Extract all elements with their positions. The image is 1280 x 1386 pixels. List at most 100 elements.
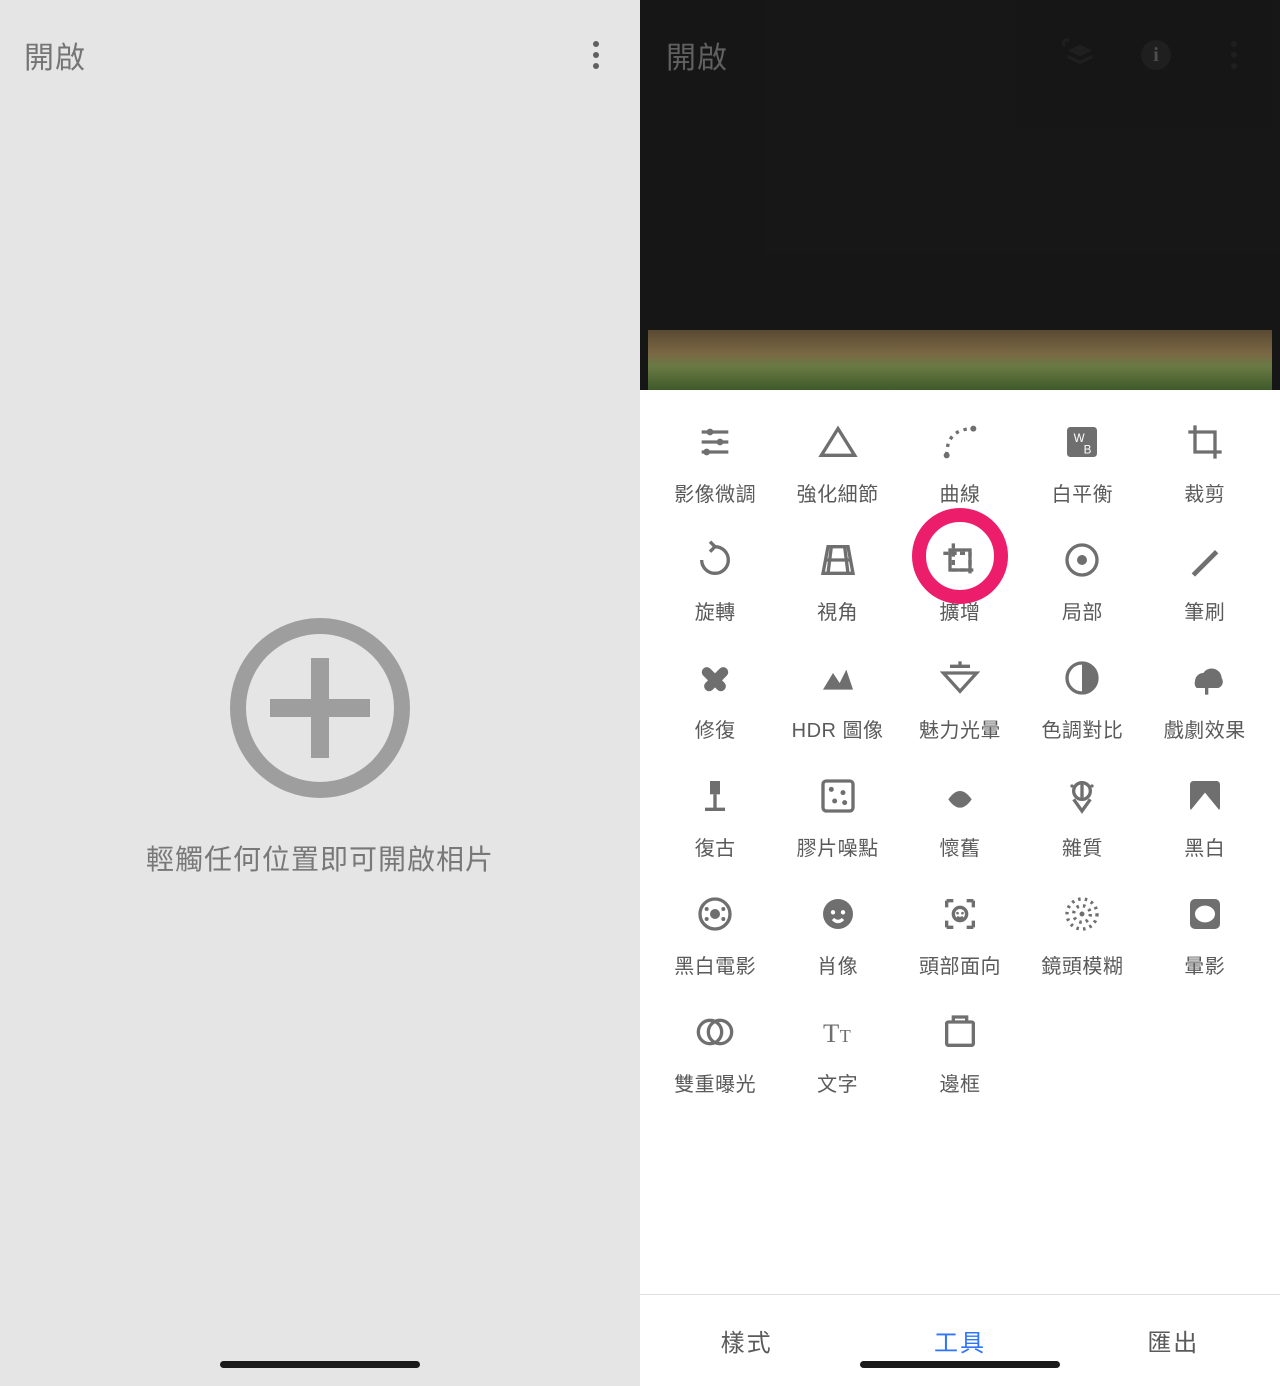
tool-hdr[interactable]: HDR 圖像	[776, 644, 898, 743]
selective-icon	[1060, 538, 1104, 582]
noir-icon	[693, 892, 737, 936]
tool-lensblur[interactable]: 鏡頭模糊	[1021, 880, 1143, 979]
double-exp-icon	[693, 1010, 737, 1054]
tool-grainy[interactable]: 膠片噪點	[776, 762, 898, 861]
curves-icon	[938, 420, 982, 464]
tool-label: HDR 圖像	[792, 714, 884, 743]
tool-rotate[interactable]: 旋轉	[654, 526, 776, 625]
tool-frame[interactable]: 邊框	[899, 998, 1021, 1097]
right-header: 開啟 i	[640, 0, 1280, 110]
white-balance-icon: WB	[1060, 420, 1104, 464]
tool-drama[interactable]: 戲劇效果	[1144, 644, 1266, 743]
rotate-icon	[693, 538, 737, 582]
bottom-tabs: 樣式 工具 匯出	[640, 1294, 1280, 1386]
tool-label: 文字	[817, 1068, 858, 1097]
tool-label: 頭部面向	[919, 950, 1001, 979]
tab-export[interactable]: 匯出	[1067, 1323, 1280, 1358]
details-icon	[816, 420, 860, 464]
tool-label: 暈影	[1184, 950, 1225, 979]
tool-label: 黑白	[1184, 832, 1225, 861]
tool-label: 肖像	[817, 950, 858, 979]
tool-label: 鏡頭模糊	[1041, 950, 1123, 979]
open-title: 開啟	[24, 33, 86, 77]
home-indicator	[220, 1361, 420, 1368]
tool-label: 筆刷	[1184, 596, 1225, 625]
tool-details[interactable]: 強化細節	[776, 408, 898, 507]
tool-glamour[interactable]: 魅力光暈	[899, 644, 1021, 743]
tonal-icon	[1060, 656, 1104, 700]
frame-icon	[938, 1010, 982, 1054]
tool-tune[interactable]: 影像微調	[654, 408, 776, 507]
tool-label: 曲線	[939, 478, 980, 507]
tool-double-exp[interactable]: 雙重曝光	[654, 998, 776, 1097]
tool-label: 擴增	[939, 596, 980, 625]
tool-headpose[interactable]: 頭部面向	[899, 880, 1021, 979]
tool-label: 雙重曝光	[674, 1068, 756, 1097]
tool-label: 邊框	[939, 1068, 980, 1097]
tool-noir[interactable]: 黑白電影	[654, 880, 776, 979]
tool-label: 強化細節	[797, 478, 879, 507]
svg-text:T: T	[839, 1026, 850, 1046]
grainy-icon	[816, 774, 860, 818]
tool-healing[interactable]: 修復	[654, 644, 776, 743]
tool-white-balance[interactable]: WB白平衡	[1021, 408, 1143, 507]
tool-label: 局部	[1062, 596, 1103, 625]
more-menu-button[interactable]	[576, 35, 616, 75]
text-icon: TT	[816, 1010, 860, 1054]
tool-grid: 影像微調 強化細節 曲線 WB白平衡裁剪旋轉 視角 擴增 局部 筆刷修復 HDR 圖像魅力光暈色…	[640, 390, 1280, 1294]
tool-vintage[interactable]: 復古	[654, 762, 776, 861]
tool-portrait[interactable]: 肖像	[776, 880, 898, 979]
tool-bw[interactable]: 黑白	[1144, 762, 1266, 861]
tool-expand[interactable]: 擴增	[899, 526, 1021, 625]
tool-tonal[interactable]: 色調對比	[1021, 644, 1143, 743]
svg-text:B: B	[1084, 444, 1092, 457]
perspective-icon	[816, 538, 860, 582]
home-indicator	[860, 1361, 1060, 1368]
open-hint-text: 輕觸任何位置即可開啟相片	[146, 838, 494, 878]
tool-perspective[interactable]: 視角	[776, 526, 898, 625]
tool-vignette[interactable]: 暈影	[1144, 880, 1266, 979]
vignette-icon	[1183, 892, 1227, 936]
editor-screen: 開啟 i 影像微調 強化細節 曲線 WB白平衡裁剪旋轉 視角 擴增 局部 筆刷修復 HDR 圖像…	[640, 0, 1280, 1386]
tab-styles[interactable]: 樣式	[640, 1323, 853, 1358]
tool-text[interactable]: TT 文字	[776, 998, 898, 1097]
retrolux-icon	[938, 774, 982, 818]
tool-label: 雜質	[1062, 832, 1103, 861]
tool-selective[interactable]: 局部	[1021, 526, 1143, 625]
healing-icon	[693, 656, 737, 700]
glamour-icon	[938, 656, 982, 700]
editor-top: 開啟 i	[640, 0, 1280, 390]
tool-label: 膠片噪點	[797, 832, 879, 861]
tool-crop[interactable]: 裁剪	[1144, 408, 1266, 507]
tool-label: 旋轉	[695, 596, 736, 625]
editor-more-menu-button[interactable]	[1214, 35, 1254, 75]
brush-icon	[1183, 538, 1227, 582]
layers-undo-icon[interactable]	[1062, 37, 1098, 73]
tool-brush[interactable]: 筆刷	[1144, 526, 1266, 625]
tool-label: 修復	[695, 714, 736, 743]
tool-label: 戲劇效果	[1164, 714, 1246, 743]
tool-label: 黑白電影	[674, 950, 756, 979]
portrait-icon	[816, 892, 860, 936]
open-screen[interactable]: 開啟 輕觸任何位置即可開啟相片	[0, 0, 640, 1386]
headpose-icon	[938, 892, 982, 936]
tune-icon	[693, 420, 737, 464]
open-tap-area[interactable]: 輕觸任何位置即可開啟相片	[0, 110, 640, 1386]
tool-label: 視角	[817, 596, 858, 625]
tools-panel: 影像微調 強化細節 曲線 WB白平衡裁剪旋轉 視角 擴增 局部 筆刷修復 HDR 圖像魅力光暈色…	[640, 390, 1280, 1386]
bw-icon	[1183, 774, 1227, 818]
header-actions: i	[1062, 35, 1254, 75]
add-photo-icon	[230, 618, 410, 798]
photo-preview	[648, 330, 1272, 390]
tool-retrolux[interactable]: 懷舊	[899, 762, 1021, 861]
editor-open-title: 開啟	[666, 33, 728, 77]
svg-text:T: T	[823, 1018, 839, 1048]
tool-curves[interactable]: 曲線	[899, 408, 1021, 507]
lensblur-icon	[1060, 892, 1104, 936]
vintage-icon	[693, 774, 737, 818]
info-icon[interactable]: i	[1138, 37, 1174, 73]
tool-grunge[interactable]: 雜質	[1021, 762, 1143, 861]
tool-label: 影像微調	[674, 478, 756, 507]
tool-label: 色調對比	[1041, 714, 1123, 743]
tab-tools[interactable]: 工具	[853, 1323, 1066, 1358]
